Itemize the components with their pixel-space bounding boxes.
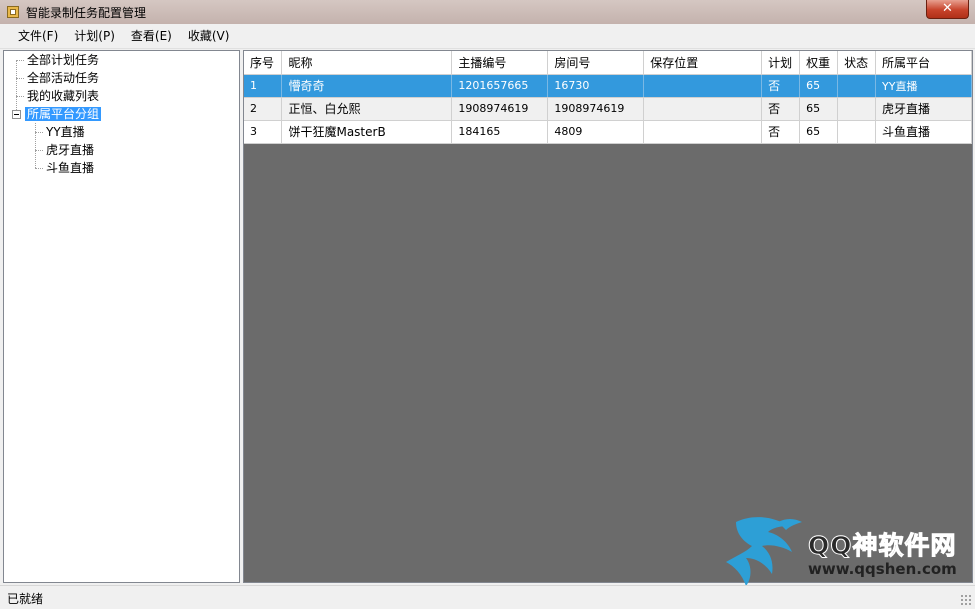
menu-bar: 文件(F) 计划(P) 查看(E) 收藏(V)	[0, 24, 975, 49]
cell-nickname: 正恒、白允熙	[281, 97, 453, 121]
resize-grip-icon[interactable]	[960, 594, 972, 606]
cell-index: 1	[244, 74, 283, 98]
tree-item-label: 全部计划任务	[27, 53, 100, 67]
col-header-platform[interactable]: 所属平台	[875, 51, 972, 75]
table-row[interactable]: 3 饼干狂魔MasterB 184165 4809 否 65 斗鱼直播	[244, 120, 972, 144]
tree-item-favorites[interactable]: 我的收藏列表	[27, 87, 99, 105]
status-bar: 已就绪	[0, 585, 975, 609]
cell-weight: 65	[799, 74, 839, 98]
tree-item-all-active[interactable]: 全部活动任务	[27, 69, 99, 87]
task-grid[interactable]: 序号 昵称 主播编号 房间号 保存位置 计划 权重 状态 所属平台 1 懵奇奇 …	[243, 50, 973, 583]
site-watermark: QQ神软件网 www.qqshen.com	[722, 512, 967, 592]
cell-room-id: 4809	[547, 120, 645, 144]
cell-room-id: 16730	[547, 74, 645, 98]
tree-item-label: 虎牙直播	[46, 143, 95, 157]
cell-status	[837, 120, 877, 144]
cell-save-location	[643, 120, 763, 144]
fish-logo-icon	[726, 517, 802, 586]
tree-item-platform-groups[interactable]: 所属平台分组	[25, 105, 102, 123]
title-bar: 智能录制任务配置管理 ✕	[0, 0, 975, 24]
menu-plan[interactable]: 计划(P)	[66, 24, 123, 49]
col-header-weight[interactable]: 权重	[799, 51, 839, 75]
menu-file[interactable]: 文件(F)	[10, 24, 66, 49]
tree-item-label: 我的收藏列表	[27, 89, 100, 103]
col-header-anchor-id[interactable]: 主播编号	[451, 51, 549, 75]
cell-save-location	[643, 74, 763, 98]
tree-item-yy[interactable]: YY直播	[46, 123, 85, 141]
table-row[interactable]: 1 懵奇奇 1201657665 16730 否 65 YY直播	[244, 74, 972, 98]
cell-plan: 否	[761, 97, 801, 121]
table-row[interactable]: 2 正恒、白允熙 1908974619 1908974619 否 65 虎牙直播	[244, 97, 972, 121]
cell-room-id: 1908974619	[547, 97, 645, 121]
status-text: 已就绪	[7, 592, 44, 606]
col-header-index[interactable]: 序号	[244, 51, 283, 75]
col-header-save-location[interactable]: 保存位置	[643, 51, 763, 75]
app-icon	[5, 4, 21, 20]
cell-nickname: 懵奇奇	[281, 74, 453, 98]
tree-item-label: YY直播	[46, 125, 85, 139]
tree-item-label: 斗鱼直播	[46, 161, 95, 175]
cell-index: 2	[244, 97, 283, 121]
cell-weight: 65	[799, 97, 839, 121]
cell-nickname: 饼干狂魔MasterB	[281, 120, 453, 144]
close-button[interactable]: ✕	[926, 0, 969, 19]
cell-platform: 斗鱼直播	[875, 120, 972, 144]
cell-platform: 虎牙直播	[875, 97, 972, 121]
cell-save-location	[643, 97, 763, 121]
cell-index: 3	[244, 120, 283, 144]
window-title: 智能录制任务配置管理	[26, 5, 147, 20]
col-header-plan[interactable]: 计划	[761, 51, 801, 75]
cell-status	[837, 97, 877, 121]
table-header: 序号 昵称 主播编号 房间号 保存位置 计划 权重 状态 所属平台	[244, 51, 972, 75]
watermark-url: www.qqshen.com	[808, 560, 957, 578]
cell-plan: 否	[761, 74, 801, 98]
tree-item-douyu[interactable]: 斗鱼直播	[46, 159, 94, 177]
cell-platform: YY直播	[875, 74, 972, 98]
cell-weight: 65	[799, 120, 839, 144]
collapse-icon[interactable]	[12, 110, 21, 119]
watermark-title: QQ神软件网	[808, 531, 957, 561]
cell-anchor-id: 1201657665	[451, 74, 549, 98]
tree-item-all-plans[interactable]: 全部计划任务	[27, 51, 99, 69]
cell-status	[837, 74, 877, 98]
col-header-room-id[interactable]: 房间号	[547, 51, 645, 75]
cell-anchor-id: 184165	[451, 120, 549, 144]
cell-anchor-id: 1908974619	[451, 97, 549, 121]
cell-plan: 否	[761, 120, 801, 144]
task-tree[interactable]: 全部计划任务 全部活动任务 我的收藏列表 所属平台分组 YY直播 虎牙直播 斗鱼…	[3, 50, 240, 583]
task-table: 序号 昵称 主播编号 房间号 保存位置 计划 权重 状态 所属平台 1 懵奇奇 …	[244, 51, 972, 144]
tree-item-label: 所属平台分组	[25, 107, 102, 121]
col-header-nickname[interactable]: 昵称	[281, 51, 453, 75]
tree-item-label: 全部活动任务	[27, 71, 100, 85]
tree-item-huya[interactable]: 虎牙直播	[46, 141, 94, 159]
menu-view[interactable]: 查看(E)	[123, 24, 180, 49]
col-header-status[interactable]: 状态	[837, 51, 877, 75]
menu-favorites[interactable]: 收藏(V)	[180, 24, 238, 49]
